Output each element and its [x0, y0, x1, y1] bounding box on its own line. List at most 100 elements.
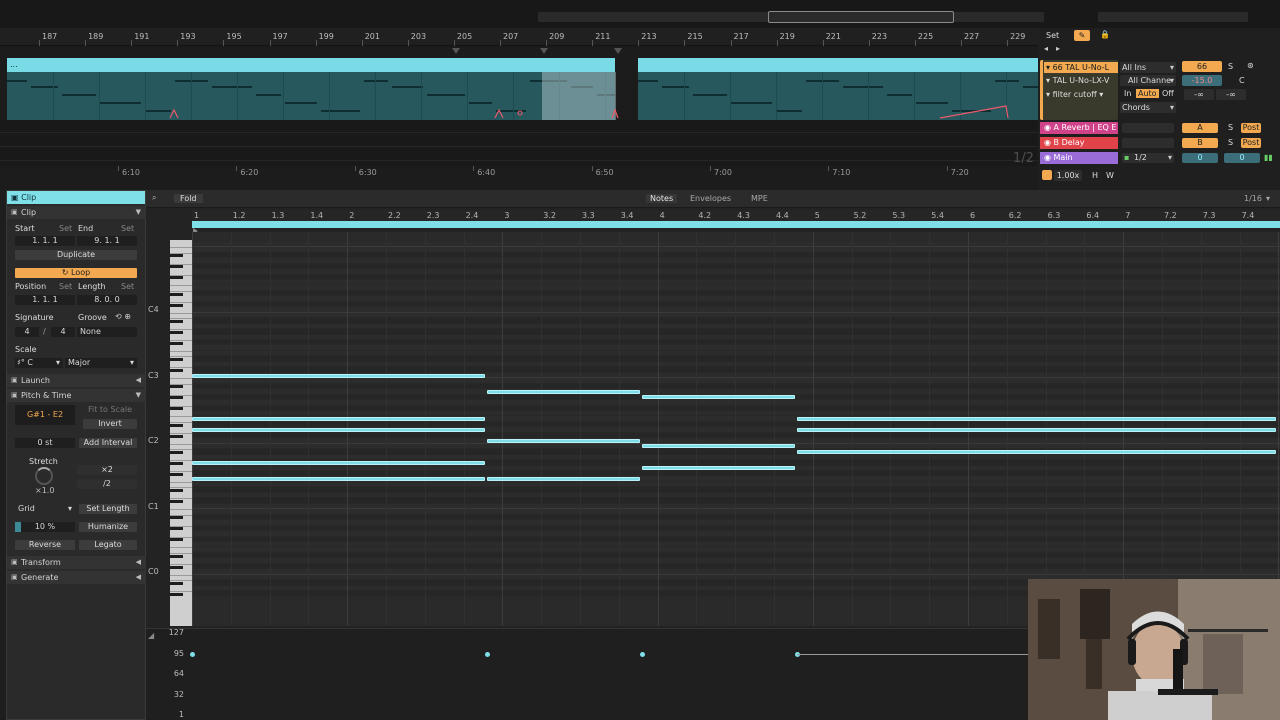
arrow-right-icon[interactable]: ▸ [1056, 44, 1060, 53]
black-key[interactable] [170, 527, 183, 531]
arrow-left-icon[interactable]: ◂ [1044, 44, 1048, 53]
legato-button[interactable]: Legato [79, 540, 137, 550]
position-field[interactable]: 1. 1. 1 [15, 295, 75, 305]
bar-ruler[interactable]: 187 189 191 193 195 197 199 201 203 205 207 209 211 2… [0, 28, 1038, 46]
chords-select[interactable]: Chords ▾ [1120, 102, 1176, 113]
black-key[interactable] [170, 581, 183, 585]
black-key[interactable] [170, 565, 183, 569]
set-length-button[interactable]: Set Length [79, 504, 137, 514]
main-ratio-select[interactable]: ▪ 1/2 ▾ [1122, 153, 1174, 163]
tab-envelopes[interactable]: Envelopes [690, 194, 731, 203]
velocity-handle[interactable] [484, 651, 490, 657]
black-key[interactable] [170, 423, 183, 427]
end-set-button[interactable]: Set [121, 224, 134, 233]
position-set-button[interactable]: Set [59, 282, 72, 291]
input-channel-select[interactable]: All Channe ▾ [1120, 75, 1176, 86]
tab-notes[interactable]: Notes [646, 194, 678, 203]
chevron-down-icon[interactable]: ▾ [1266, 194, 1270, 203]
section-transform[interactable]: ▣ Transform ◀ [7, 556, 147, 569]
length-set-button[interactable]: Set [121, 282, 134, 291]
length-field[interactable]: 8. 0. 0 [77, 295, 137, 305]
track-number-button[interactable]: 66 [1182, 61, 1222, 72]
overview-viewport[interactable] [768, 11, 954, 23]
black-key[interactable] [170, 500, 183, 504]
device-chooser[interactable]: ▾ TAL U-No-LX-V [1046, 76, 1118, 85]
piano-keyboard[interactable] [170, 240, 192, 626]
fold-button[interactable]: Fold [174, 194, 203, 203]
section-generate[interactable]: ▣ Generate ◀ [7, 571, 147, 584]
main-value-2[interactable]: 0 [1224, 153, 1260, 163]
return-a-track[interactable]: ◉ A Reverb | EQ E [1040, 122, 1118, 134]
scale-mode-select[interactable]: Major ▾ [65, 358, 137, 368]
midi-note[interactable] [642, 395, 796, 400]
half-button[interactable]: /2 [77, 479, 137, 489]
grid-quantization[interactable]: 1/16 [1244, 194, 1262, 203]
volume-field[interactable]: -15.0 [1182, 75, 1222, 86]
section-clip[interactable]: ▣ Clip ▼ [7, 206, 147, 219]
sig-numerator[interactable]: 4 [15, 327, 39, 337]
black-key[interactable] [170, 516, 183, 520]
transpose-field[interactable]: 0 st [15, 438, 75, 448]
humanize-button[interactable]: Humanize [79, 522, 137, 532]
search-icon[interactable]: ⌕ [152, 193, 156, 203]
black-key[interactable] [170, 358, 183, 362]
start-set-button[interactable]: Set [59, 224, 72, 233]
locator-marker[interactable] [540, 48, 548, 54]
window-button[interactable]: W [1106, 171, 1114, 180]
midi-note[interactable] [192, 428, 485, 433]
main-track[interactable]: ◉ Main [1040, 152, 1118, 164]
add-interval-button[interactable]: Add Interval [79, 438, 137, 448]
midi-note[interactable] [797, 417, 1277, 422]
send-b-field[interactable]: -∞ [1216, 89, 1246, 100]
return-b-solo[interactable]: S [1228, 138, 1233, 147]
section-pitch-time[interactable]: ▣ Pitch & Time ▼ [7, 389, 147, 402]
velocity-lane-icon[interactable]: ◢ [148, 631, 154, 640]
fit-to-scale-button[interactable]: Fit to Scale [83, 405, 137, 414]
invert-button[interactable]: Invert [83, 419, 137, 429]
input-type-select[interactable]: All Ins ▾ [1120, 62, 1176, 73]
black-key[interactable] [170, 396, 183, 400]
black-key[interactable] [170, 489, 183, 493]
black-key[interactable] [170, 554, 183, 558]
solo-button[interactable]: S [1228, 62, 1233, 71]
track-name[interactable]: ▾ 66 TAL U-No-L [1044, 62, 1118, 73]
return-b-track[interactable]: ◉ B Delay [1040, 137, 1118, 149]
clip-panel-header[interactable]: ▣ Clip [7, 191, 145, 204]
velocity-handle[interactable] [640, 651, 646, 657]
black-key[interactable] [170, 341, 183, 345]
hide-button[interactable]: H [1092, 171, 1098, 180]
param-chooser[interactable]: ▾ filter cutoff ▾ [1046, 90, 1118, 99]
sig-denominator[interactable]: 4 [51, 327, 75, 337]
locator-marker[interactable] [614, 48, 622, 54]
midi-note[interactable] [192, 373, 485, 378]
groove-field[interactable]: None [77, 327, 137, 337]
loop-brace[interactable] [192, 221, 1280, 228]
return-a-post[interactable]: Post [1241, 123, 1261, 133]
set-button[interactable]: Set [1046, 31, 1059, 40]
double-button[interactable]: ×2 [77, 465, 137, 475]
black-key[interactable] [170, 292, 183, 296]
black-key[interactable] [170, 434, 183, 438]
monitor-off-button[interactable]: Off [1162, 89, 1174, 98]
midi-note[interactable] [192, 460, 485, 465]
pencil-icon[interactable]: ✎ [1074, 30, 1090, 41]
monitor-auto-button[interactable]: Auto [1136, 89, 1159, 98]
midi-note[interactable] [192, 477, 485, 482]
midi-note[interactable] [486, 389, 641, 394]
black-key[interactable] [170, 592, 183, 596]
arm-icon[interactable]: ⊛ [1247, 61, 1254, 70]
overview-minimap-right[interactable] [1098, 12, 1248, 22]
black-key[interactable] [170, 369, 183, 373]
tab-mpe[interactable]: MPE [751, 194, 768, 203]
midi-note[interactable] [192, 417, 485, 422]
groove-hot-swap-icon[interactable]: ⟲ ⊕ [115, 312, 131, 321]
loop-button[interactable]: ↻ Loop [15, 268, 137, 278]
black-key[interactable] [170, 254, 183, 258]
scale-root-select[interactable]: ♯° C ▾ [15, 358, 63, 368]
humanize-amount[interactable]: 10 % [15, 522, 75, 532]
midi-note[interactable] [797, 449, 1277, 454]
midi-note[interactable] [797, 428, 1277, 433]
send-a-field[interactable]: -∞ [1184, 89, 1214, 100]
start-field[interactable]: 1. 1. 1 [15, 236, 75, 246]
section-launch[interactable]: ▣ Launch ◀ [7, 374, 147, 387]
